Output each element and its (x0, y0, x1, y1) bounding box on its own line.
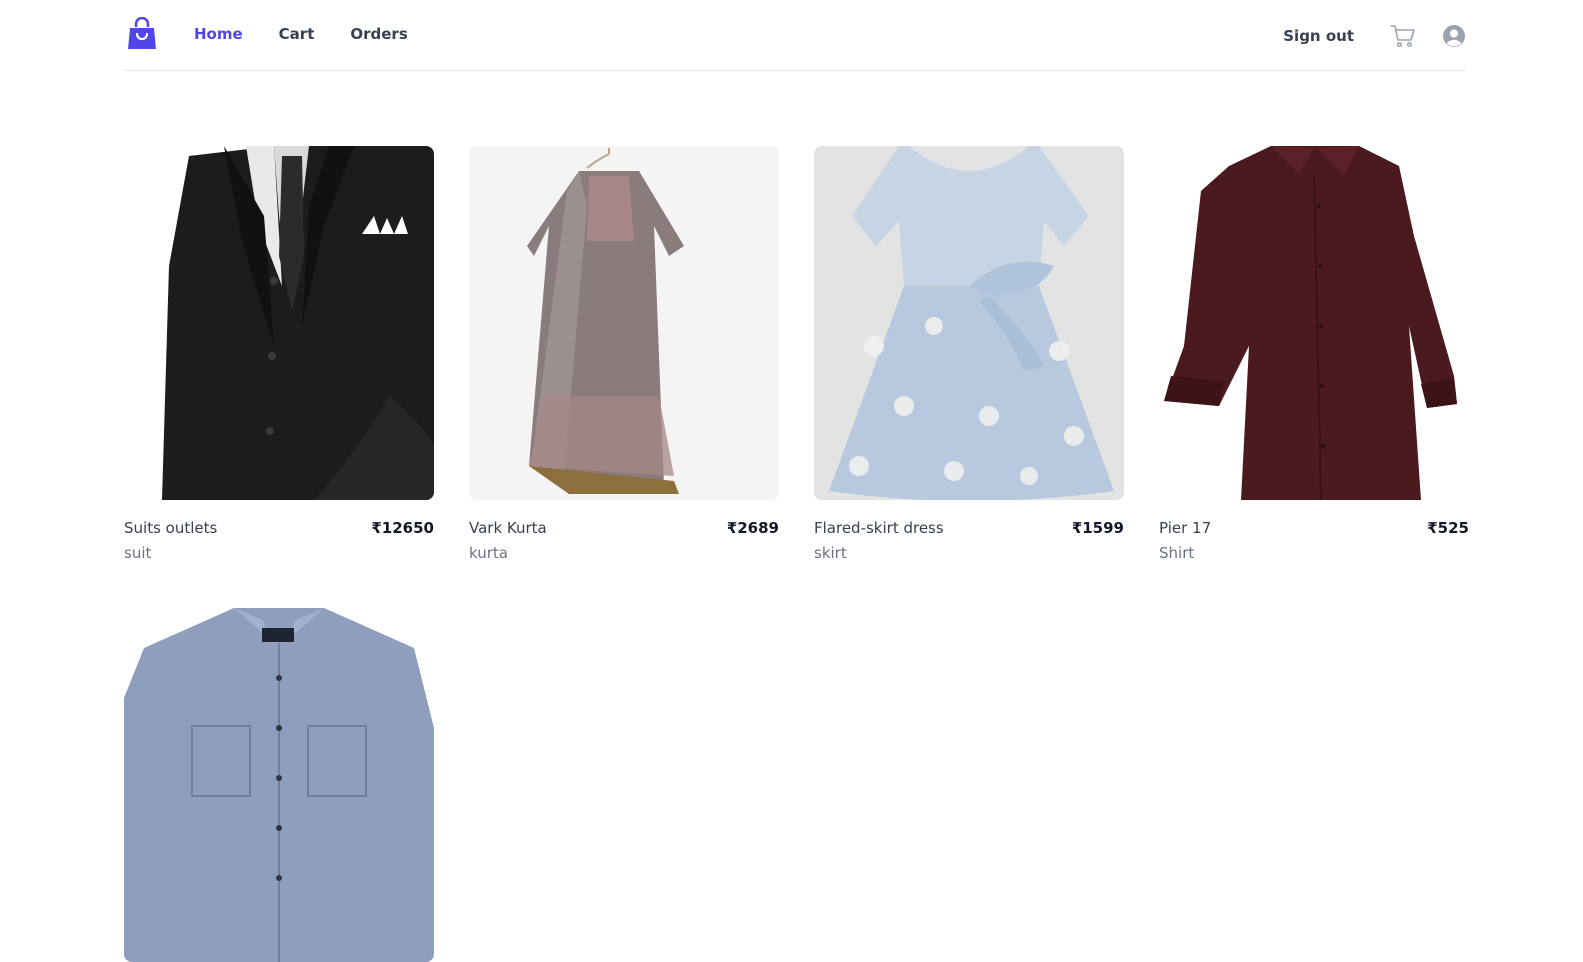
product-grid: Suits outlets ₹12650 suit Vark Kurta ₹26… (124, 146, 1469, 962)
product-card[interactable]: Suits outlets ₹12650 suit (124, 146, 434, 562)
product-image-denim-shirt (124, 608, 434, 962)
product-price: ₹2689 (726, 519, 779, 537)
shopping-bag-icon[interactable] (127, 17, 157, 51)
product-info: Flared-skirt dress ₹1599 (814, 519, 1124, 537)
main-nav: Home Cart Orders (194, 25, 408, 43)
nav-orders[interactable]: Orders (350, 25, 407, 43)
product-image-suit (124, 146, 434, 500)
product-card[interactable]: Pier 17 ₹525 Shirt (1159, 146, 1469, 562)
product-category: Shirt (1159, 544, 1195, 562)
product-category: skirt (814, 544, 847, 562)
product-category: suit (124, 544, 152, 562)
product-info: Suits outlets ₹12650 (124, 519, 434, 537)
product-title: Pier 17 (1159, 519, 1212, 537)
product-image-shirt (1159, 146, 1469, 500)
product-title: Suits outlets (124, 519, 218, 537)
product-price: ₹1599 (1071, 519, 1124, 537)
top-navbar: Home Cart Orders Sign out (124, 0, 1466, 71)
product-card[interactable]: Flared-skirt dress ₹1599 skirt (814, 146, 1124, 562)
product-title: Flared-skirt dress (814, 519, 944, 537)
product-image-dress (814, 146, 1124, 500)
product-card[interactable] (124, 608, 434, 962)
user-circle-icon[interactable] (1442, 24, 1466, 48)
product-info: Vark Kurta ₹2689 (469, 519, 779, 537)
product-category: kurta (469, 544, 508, 562)
product-card[interactable]: Vark Kurta ₹2689 kurta (469, 146, 779, 562)
sign-out-button[interactable]: Sign out (1283, 27, 1354, 45)
product-price: ₹525 (1427, 519, 1469, 537)
product-image-kurta (469, 146, 779, 500)
product-price: ₹12650 (371, 519, 434, 537)
nav-home[interactable]: Home (194, 25, 243, 43)
nav-cart[interactable]: Cart (279, 25, 315, 43)
cart-icon[interactable] (1390, 23, 1416, 49)
header-actions: Sign out (1283, 20, 1466, 52)
product-title: Vark Kurta (469, 519, 547, 537)
product-info: Pier 17 ₹525 (1159, 519, 1469, 537)
